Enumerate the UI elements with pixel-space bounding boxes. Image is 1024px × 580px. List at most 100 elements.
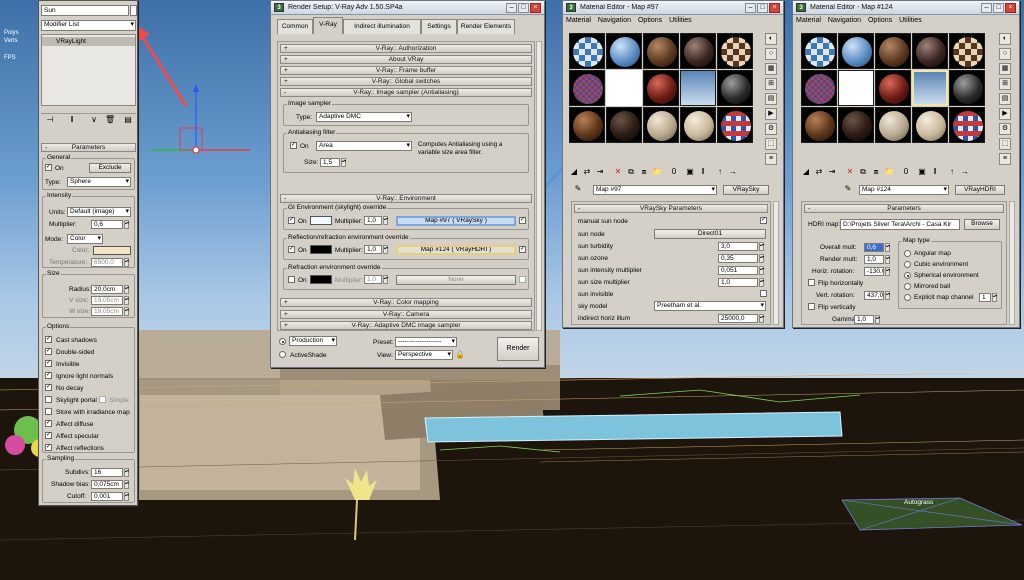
vraysky-rollout-header[interactable]: - VRaySky Parameters xyxy=(574,204,768,213)
make-unique-icon[interactable]: ⧈ xyxy=(639,167,649,177)
video-color-check-icon[interactable]: ▤ xyxy=(999,93,1011,105)
refr-env-multiplier-spinner[interactable]: ▴▾ xyxy=(383,275,388,284)
sample-type-icon[interactable]: ◐ xyxy=(765,33,777,45)
put-to-library-icon[interactable]: 📁 xyxy=(884,167,894,177)
select-by-material-icon[interactable]: ⬚ xyxy=(999,138,1011,150)
backlight-icon[interactable]: ○ xyxy=(999,48,1011,60)
object-name-field[interactable]: Sun xyxy=(41,5,129,16)
sample-slot[interactable] xyxy=(912,33,948,69)
sample-uv-tiling-icon[interactable]: ⊞ xyxy=(999,78,1011,90)
mat-editor-124-close[interactable]: × xyxy=(1005,2,1016,13)
aa-filter-on-checkbox[interactable]: ✓ xyxy=(290,142,297,149)
map-name-field-124[interactable]: Map #124 xyxy=(859,185,949,195)
copy-material-icon[interactable]: ⧉ xyxy=(858,167,868,177)
sample-slot[interactable] xyxy=(680,70,716,106)
sample-slot[interactable] xyxy=(801,107,837,143)
angular-map-radio[interactable] xyxy=(904,250,911,257)
flip-vertically-checkbox[interactable] xyxy=(808,303,815,310)
refl-env-multiplier-spinner[interactable]: ▴▾ xyxy=(383,245,388,254)
select-by-material-icon[interactable]: ⬚ xyxy=(765,138,777,150)
mirrored-ball-radio[interactable] xyxy=(904,283,911,290)
sample-uv-tiling-icon[interactable]: ⊞ xyxy=(765,78,777,90)
sample-slot[interactable] xyxy=(949,33,985,69)
overall-mult-field[interactable]: 0,6 xyxy=(864,243,884,252)
hdri-rollout-header[interactable]: - Parameters xyxy=(804,204,1004,213)
render-mult-spinner[interactable]: ▴▾ xyxy=(885,255,890,264)
tab-vray[interactable]: V-Ray xyxy=(313,17,343,34)
wsize-spinner[interactable]: ▴▾ xyxy=(124,307,129,316)
go-to-parent-icon[interactable]: ↑ xyxy=(947,167,957,177)
mat-editor-97-minimize[interactable]: – xyxy=(745,2,756,13)
mat-editor-124-scrollbar[interactable] xyxy=(1009,201,1015,325)
sun-ozone-field[interactable]: 0,35 xyxy=(718,254,758,263)
mat-editor-124-maximize[interactable]: □ xyxy=(993,2,1004,13)
rollout-adaptive-dmc[interactable]: + V-Ray:: Adaptive DMC image sampler xyxy=(280,321,532,330)
mode-dropdown[interactable]: Color xyxy=(67,234,103,244)
light-type-dropdown[interactable]: Sphere xyxy=(67,177,131,187)
horiz-rotation-field[interactable]: -130,0 xyxy=(864,267,884,276)
sample-slot[interactable] xyxy=(717,107,753,143)
production-dropdown[interactable]: Production xyxy=(289,336,337,346)
make-preview-icon[interactable]: ▶ xyxy=(999,108,1011,120)
no-decay-checkbox[interactable]: ✓ xyxy=(45,384,52,391)
render-setup-scrollbar[interactable] xyxy=(536,41,542,331)
remove-modifier-icon[interactable]: 🗑 xyxy=(105,115,115,125)
simple-checkbox[interactable] xyxy=(99,396,106,403)
sun-invisible-checkbox[interactable] xyxy=(760,290,767,297)
menu-options[interactable]: Options xyxy=(868,17,892,24)
explicit-map-channel-radio[interactable] xyxy=(904,294,911,301)
parameters-rollout-header[interactable]: - Parameters xyxy=(41,143,136,152)
light-on-checkbox[interactable]: ✓ xyxy=(45,164,52,171)
sample-slot[interactable] xyxy=(606,33,642,69)
menu-utilities[interactable]: Utilities xyxy=(669,17,692,24)
sample-slot[interactable] xyxy=(643,107,679,143)
configure-sets-icon[interactable]: ▤ xyxy=(123,115,133,125)
minimize-button[interactable]: – xyxy=(506,2,517,13)
production-radio[interactable] xyxy=(279,338,286,345)
map-name-field-97[interactable]: Map #97 xyxy=(593,185,717,195)
sample-slot[interactable] xyxy=(680,33,716,69)
aa-size-field[interactable]: 1,5 xyxy=(320,158,340,167)
sample-slot-active[interactable] xyxy=(606,70,642,106)
sun-turbidity-field[interactable]: 3,0 xyxy=(718,242,758,251)
shadow-bias-spinner[interactable]: ▴▾ xyxy=(124,480,129,489)
reset-map-icon[interactable]: ✕ xyxy=(613,167,623,177)
sample-slot[interactable] xyxy=(912,107,948,143)
pick-material-icon[interactable]: ✎ xyxy=(573,184,583,194)
menu-material[interactable]: Material xyxy=(796,17,821,24)
sample-slot[interactable] xyxy=(801,70,837,106)
refl-env-multiplier-field[interactable]: 1,0 xyxy=(364,245,382,254)
affect-specular-checkbox[interactable]: ✓ xyxy=(45,432,52,439)
mat-editor-97-titlebar[interactable]: 3 Material Editor - Map #97 – □ × xyxy=(563,1,783,15)
rollout-camera[interactable]: + V-Ray:: Camera xyxy=(280,310,532,319)
sky-model-dropdown[interactable]: Preetham et al. xyxy=(654,301,766,311)
sample-slot[interactable] xyxy=(875,107,911,143)
sun-intensity-spinner[interactable]: ▴▾ xyxy=(759,266,764,275)
multiplier-field[interactable]: 0,6 xyxy=(91,220,123,229)
sun-size-spinner[interactable]: ▴▾ xyxy=(759,278,764,287)
background-icon[interactable]: ▦ xyxy=(765,63,777,75)
vert-rotation-field[interactable]: 437,0 xyxy=(864,291,884,300)
object-color-swatch[interactable] xyxy=(130,5,137,16)
sample-slot[interactable] xyxy=(838,33,874,69)
manual-sun-node-checkbox[interactable]: ✓ xyxy=(760,217,767,224)
make-preview-icon[interactable]: ▶ xyxy=(765,108,777,120)
vsize-spinner[interactable]: ▴▾ xyxy=(124,296,129,305)
show-map-in-viewport-icon[interactable]: ▣ xyxy=(685,167,695,177)
mat-editor-97-close[interactable]: × xyxy=(769,2,780,13)
radius-field[interactable]: 20,0cm xyxy=(91,285,123,294)
material-map-navigator-icon[interactable]: ≡ xyxy=(765,153,777,165)
menu-navigation[interactable]: Navigation xyxy=(828,17,861,24)
gi-env-map-checkbox[interactable]: ✓ xyxy=(519,217,526,224)
cubic-environment-radio[interactable] xyxy=(904,261,911,268)
refr-env-map-checkbox[interactable] xyxy=(519,276,526,283)
render-setup-titlebar[interactable]: 3 Render Setup: V-Ray Adv 1.50.SP4a – □ … xyxy=(271,1,544,15)
ignore-light-normals-checkbox[interactable]: ✓ xyxy=(45,372,52,379)
rollout-global-switches[interactable]: + V-Ray:: Global switches xyxy=(280,77,532,86)
multiplier-spinner[interactable]: ▴▾ xyxy=(124,220,129,229)
gi-env-color-swatch[interactable] xyxy=(310,216,332,225)
sample-slot[interactable] xyxy=(875,33,911,69)
sample-slot[interactable] xyxy=(717,70,753,106)
sample-slot[interactable] xyxy=(838,107,874,143)
gamma-spinner[interactable]: ▴▾ xyxy=(875,315,880,324)
